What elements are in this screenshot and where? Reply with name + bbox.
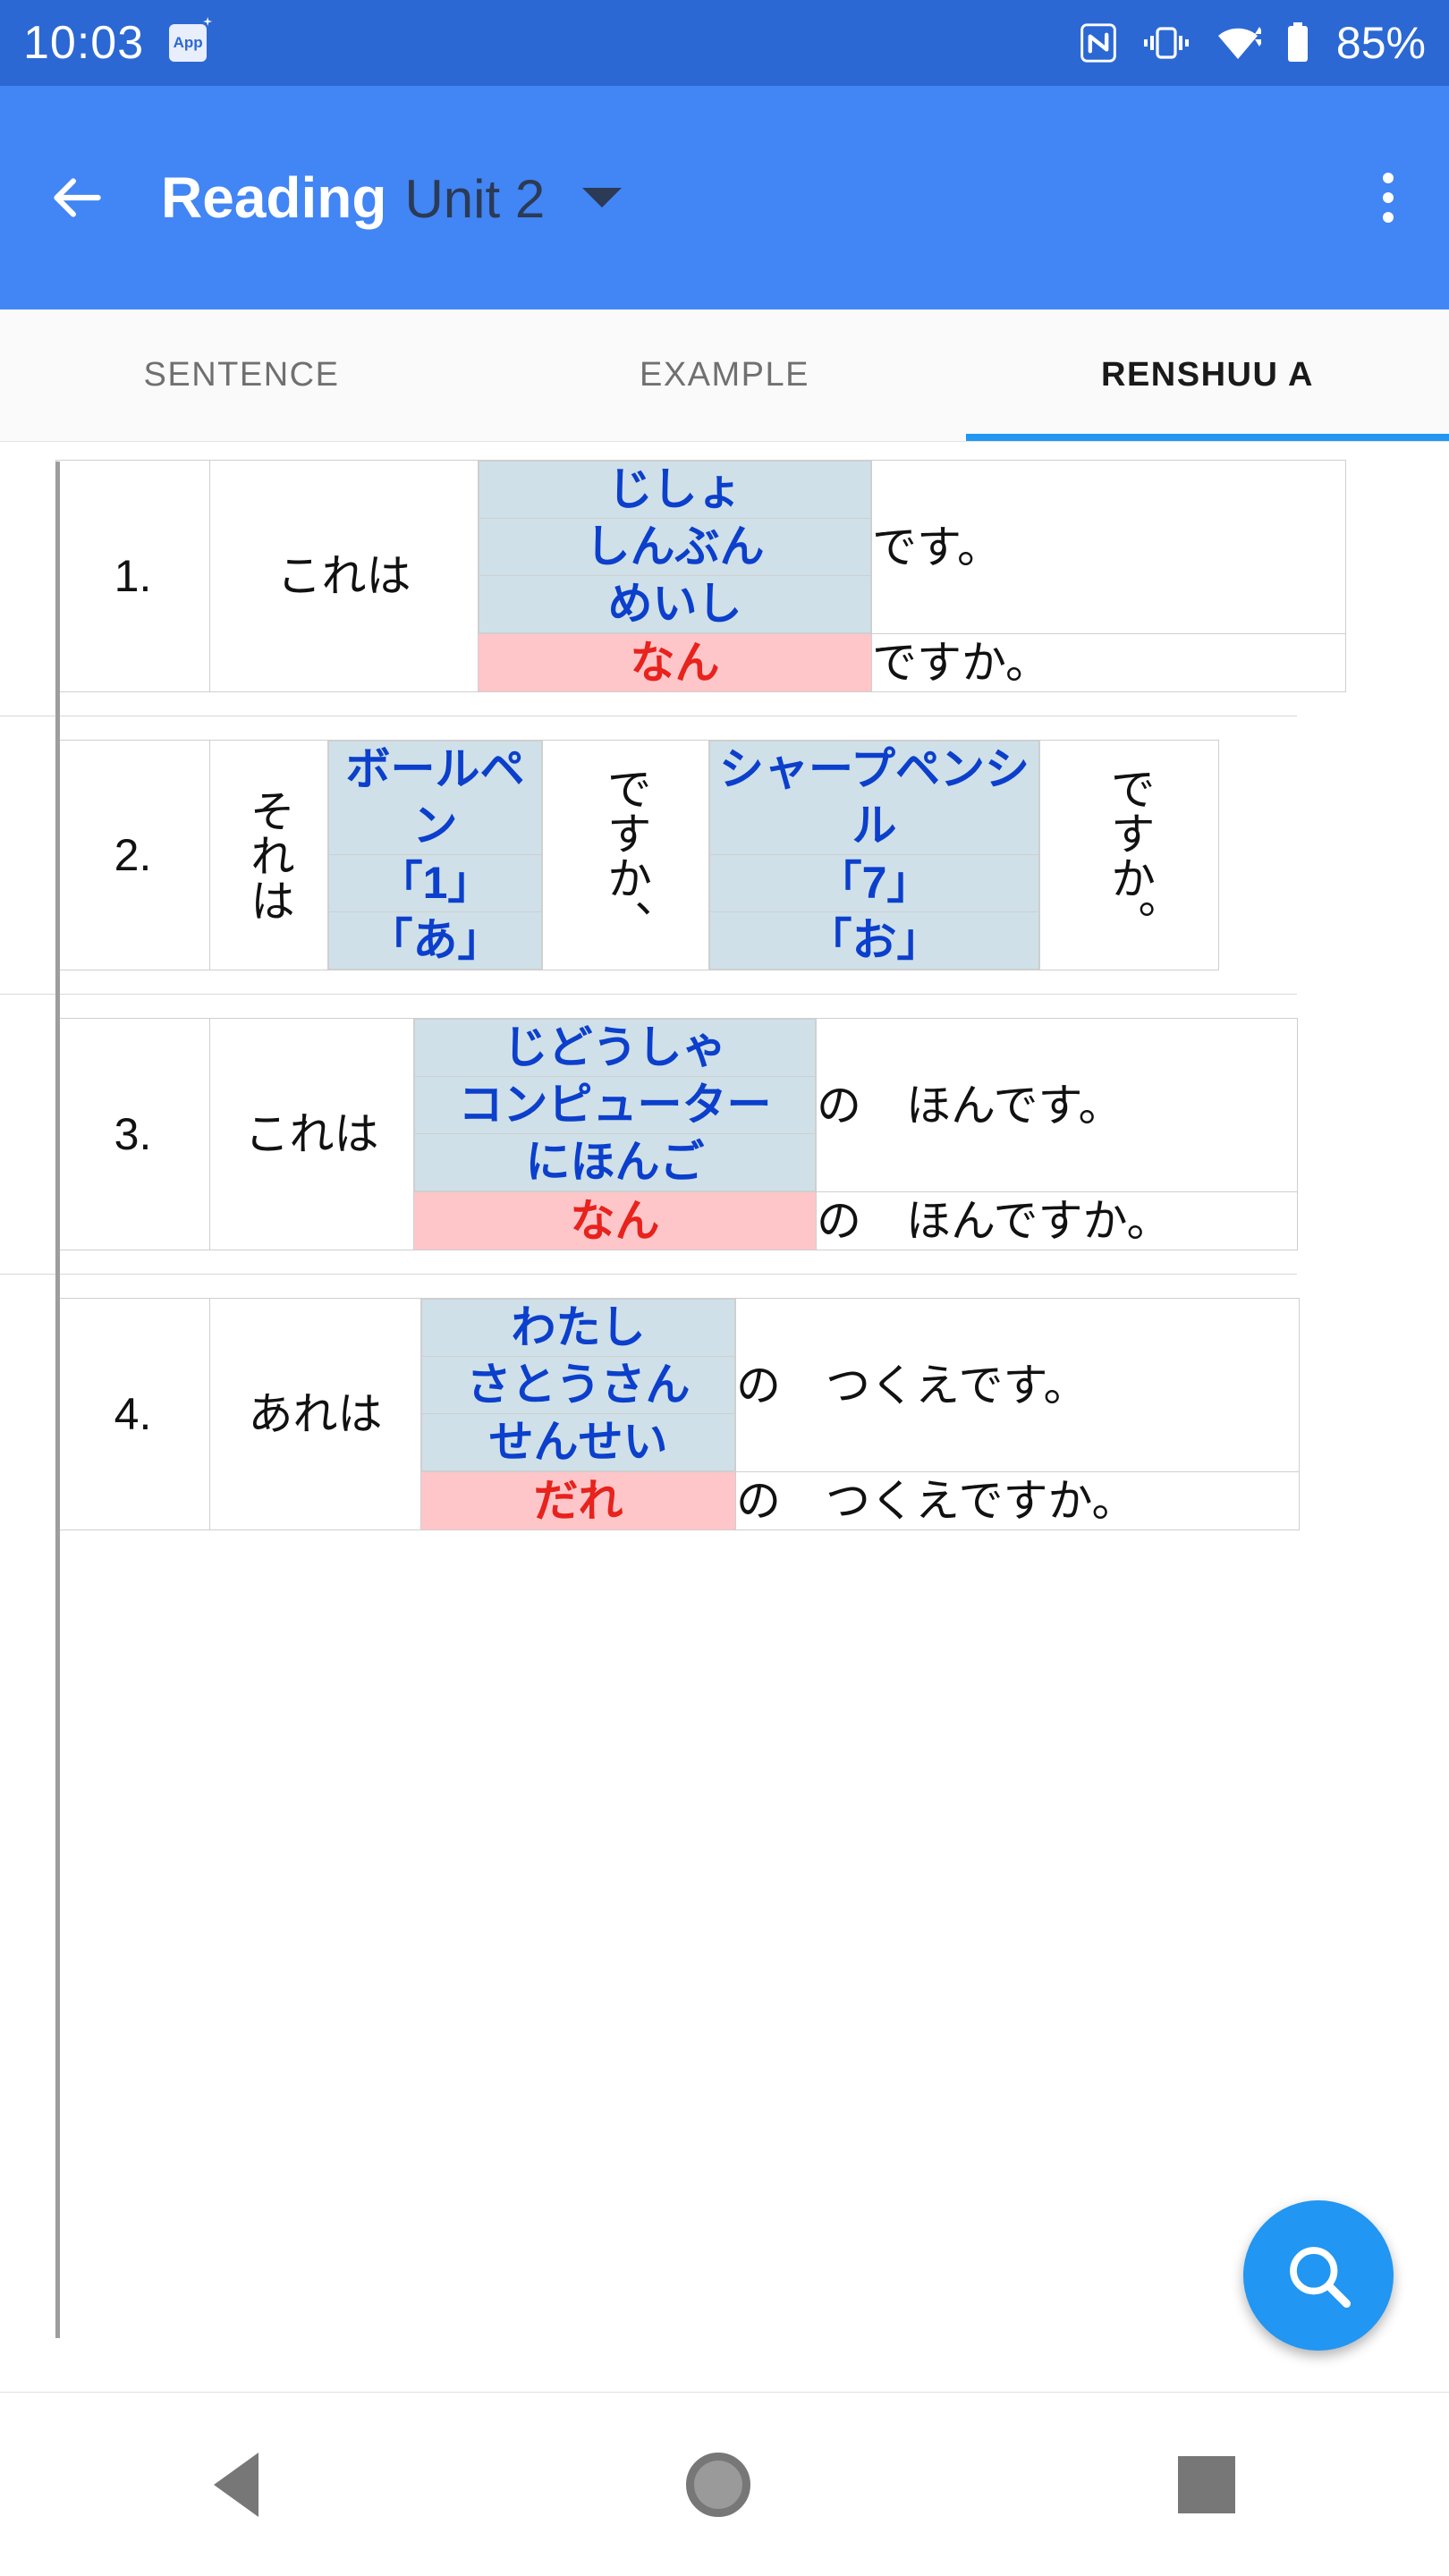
option-blue[interactable]: わたし — [421, 1299, 735, 1357]
blue-options-group: じしょ しんぶん めいし — [478, 460, 872, 634]
tail-text: の ほんですか。 — [816, 1191, 1298, 1250]
tab-renshuu-a[interactable]: RENSHUU A — [966, 309, 1449, 441]
table-row: 1. これは じしょ しんぶん めいし です。 — [55, 460, 1346, 692]
exercise-number: 3. — [55, 1018, 210, 1250]
tab-bar: SENTENCE EXAMPLE RENSHUU A — [0, 309, 1449, 442]
battery-percent: 85% — [1335, 18, 1426, 68]
tail-text: の つくえですか。 — [735, 1471, 1300, 1530]
divider — [0, 1274, 1297, 1275]
scrollbar[interactable] — [55, 462, 60, 2338]
tail-text: の つくえです。 — [735, 1298, 1300, 1472]
option-pink[interactable]: なん — [413, 1191, 817, 1250]
exercise-number: 2. — [55, 740, 210, 970]
lead-text: これは — [209, 1018, 414, 1250]
nav-back-icon[interactable] — [214, 2452, 258, 2517]
system-nav-bar — [0, 2392, 1449, 2576]
tail-text: の ほんです。 — [816, 1018, 1298, 1192]
blue-options-group-1: ボールペン 「1」 「あ」 — [327, 740, 543, 970]
tail-text-cell: ですか。 — [1039, 740, 1219, 970]
exercise-number: 1. — [55, 460, 210, 692]
option-blue[interactable]: シャープペンシル — [709, 741, 1039, 855]
lead-text: これは — [209, 460, 479, 692]
exercise-item-3: 3. これは じどうしゃ コンピューター にほんご の ほんです。 なん の ほ… — [55, 1018, 1352, 1250]
more-options-icon[interactable] — [1370, 164, 1406, 232]
exercise-item-4: 4. あれは わたし さとうさん せんせい の つくえです。 だれ の つくえで… — [55, 1298, 1352, 1530]
exercise-list[interactable]: 1. これは じしょ しんぶん めいし です。 なん ですか。 2. それは ボ… — [0, 442, 1449, 2392]
tab-sentence[interactable]: SENTENCE — [0, 309, 483, 441]
nfc-icon — [1079, 22, 1118, 64]
blue-options-group: じどうしゃ コンピューター にほんご — [413, 1018, 817, 1192]
app-bar: Reading Unit 2 — [0, 86, 1449, 309]
option-stack: わたし さとうさん せんせい — [421, 1299, 735, 1471]
tail-text: ですか。 — [871, 633, 1346, 692]
exercise-item-2: 2. それは ボールペン 「1」 「あ」 ですか、 シャープペンシル 「7」 「… — [55, 740, 1352, 970]
table-row: 2. それは ボールペン 「1」 「あ」 ですか、 シャープペンシル 「7」 「… — [55, 740, 1219, 970]
exercise-item-1: 1. これは じしょ しんぶん めいし です。 なん ですか。 — [55, 460, 1352, 692]
dot — [1383, 212, 1394, 223]
blue-options-group-2: シャープペンシル 「7」 「お」 — [708, 740, 1040, 970]
title-group: Reading Unit 2 — [161, 165, 545, 231]
option-blue[interactable]: にほんご — [414, 1133, 816, 1191]
option-blue[interactable]: 「お」 — [709, 911, 1039, 970]
option-blue[interactable]: コンピューター — [414, 1076, 816, 1134]
app-notification-icon: App — [169, 24, 208, 62]
status-clock: 10:03 — [23, 17, 145, 69]
chevron-down-icon[interactable] — [582, 188, 623, 208]
vibrate-icon — [1141, 23, 1191, 63]
unit-subtitle: Unit 2 — [404, 169, 546, 229]
option-stack: シャープペンシル 「7」 「お」 — [709, 741, 1039, 970]
mid-text: ですか、 — [601, 766, 651, 945]
option-pink[interactable]: なん — [478, 633, 872, 692]
blue-options-group: わたし さとうさん せんせい — [420, 1298, 736, 1472]
back-arrow-icon[interactable] — [43, 165, 109, 231]
lead-text-cell: それは — [209, 740, 328, 970]
mid-text-cell: ですか、 — [542, 740, 709, 970]
tail-text: ですか。 — [1105, 766, 1155, 945]
option-stack: じしょ しんぶん めいし — [479, 461, 871, 633]
exercise-table: 4. あれは わたし さとうさん せんせい の つくえです。 だれ の つくえで… — [55, 1298, 1300, 1530]
option-blue[interactable]: じどうしゃ — [414, 1019, 816, 1077]
table-row: 3. これは じどうしゃ コンピューター にほんご の ほんです。 — [55, 1018, 1298, 1250]
option-blue[interactable]: 「あ」 — [328, 911, 542, 970]
battery-icon — [1284, 21, 1311, 64]
option-blue[interactable]: 「7」 — [709, 854, 1039, 912]
search-fab[interactable] — [1243, 2200, 1394, 2351]
option-blue[interactable]: 「1」 — [328, 854, 542, 912]
dot — [1383, 192, 1394, 203]
exercise-table: 3. これは じどうしゃ コンピューター にほんご の ほんです。 なん の ほ… — [55, 1018, 1298, 1250]
exercise-table: 2. それは ボールペン 「1」 「あ」 ですか、 シャープペンシル 「7」 「… — [55, 740, 1219, 970]
option-blue[interactable]: さとうさん — [421, 1356, 735, 1414]
nav-home-icon[interactable] — [686, 2452, 750, 2517]
tab-label: SENTENCE — [143, 356, 340, 394]
tab-label: RENSHUU A — [1101, 356, 1314, 394]
option-blue[interactable]: せんせい — [421, 1413, 735, 1471]
table-row: 4. あれは わたし さとうさん せんせい の つくえです。 — [55, 1298, 1300, 1530]
option-stack: じどうしゃ コンピューター にほんご — [414, 1019, 816, 1191]
divider — [0, 994, 1297, 995]
dot — [1383, 173, 1394, 183]
exercise-number: 4. — [55, 1298, 210, 1530]
status-icons: 85% — [1079, 17, 1426, 69]
page-title: Reading — [161, 165, 387, 230]
option-blue[interactable]: めいし — [479, 575, 871, 633]
exercise-table: 1. これは じしょ しんぶん めいし です。 なん ですか。 — [55, 460, 1346, 692]
option-stack: ボールペン 「1」 「あ」 — [328, 741, 542, 970]
status-bar: 10:03 App 85% — [0, 0, 1449, 86]
search-icon — [1290, 2247, 1352, 2309]
option-blue[interactable]: ボールペン — [328, 741, 542, 855]
nav-recents-icon[interactable] — [1178, 2455, 1235, 2513]
option-pink[interactable]: だれ — [420, 1471, 736, 1530]
option-blue[interactable]: しんぶん — [479, 518, 871, 576]
tab-label: EXAMPLE — [639, 356, 810, 394]
lead-text: それは — [244, 788, 294, 922]
tab-example[interactable]: EXAMPLE — [483, 309, 966, 441]
app-badge-label: App — [173, 34, 203, 51]
lead-text: あれは — [209, 1298, 421, 1530]
wifi-icon — [1215, 23, 1261, 63]
option-blue[interactable]: じしょ — [479, 461, 871, 519]
tail-text: です。 — [871, 460, 1346, 634]
